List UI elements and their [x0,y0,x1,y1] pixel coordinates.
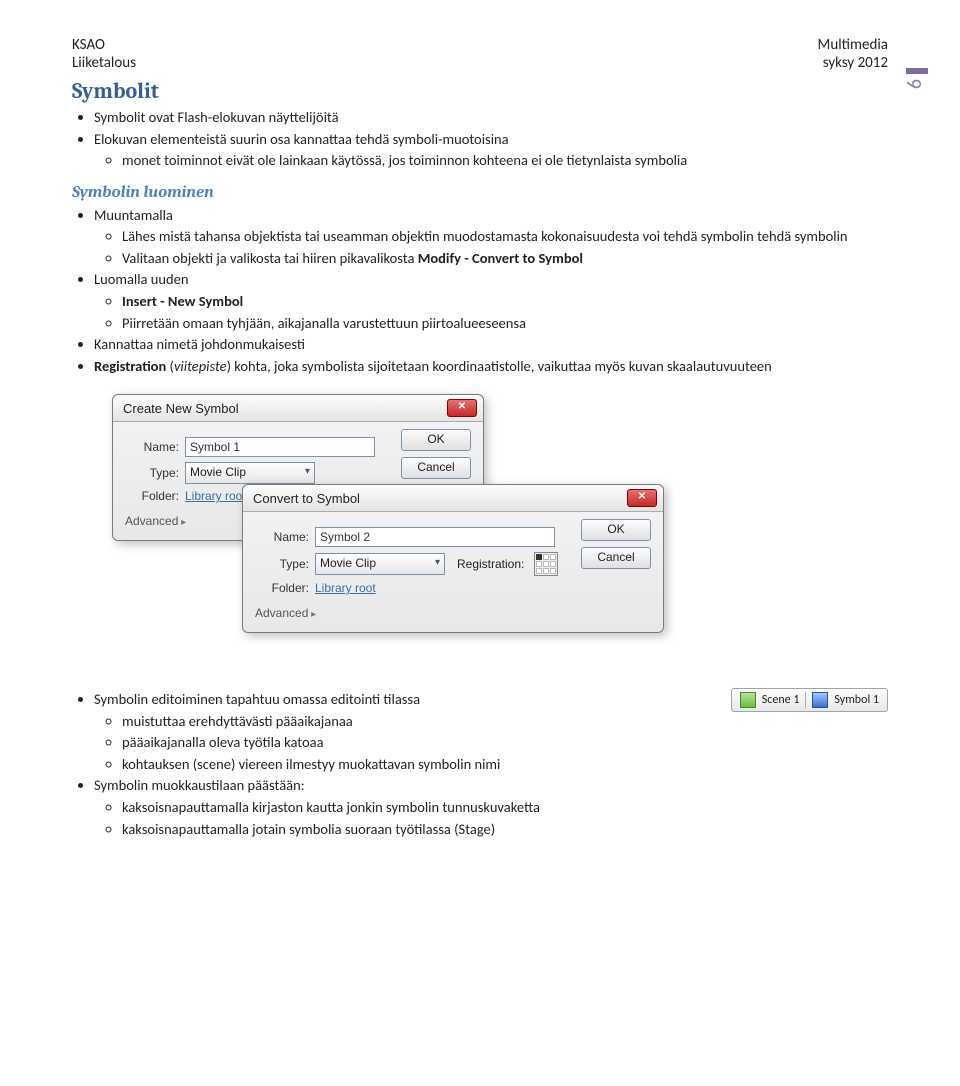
page-number: 6 [903,79,927,89]
symbol-icon [812,692,828,708]
type-select[interactable]: Movie Clip [185,462,315,484]
subheading-symbolin-luominen: Symbolin luominen [72,183,888,202]
list-item: Piirretään omaan tyhjään, aikajanalla va… [122,314,888,334]
cancel-button[interactable]: Cancel [401,457,471,479]
folder-link[interactable]: Library root [185,489,246,503]
type-select[interactable]: Movie Clip [315,553,445,575]
list-item: Kannattaa nimetä johdonmukaisesti [94,335,888,355]
list-item: pääaikajanalla oleva työtila katoaa [122,733,888,753]
text: Valitaan objekti ja valikosta tai hiiren… [122,249,418,267]
text: kaksoisnapauttamalla jotain symbolia suo… [122,820,495,838]
label-registration: Registration: [457,557,524,571]
list-create: Muuntamalla Lähes mistä tahansa objektis… [94,206,888,377]
list-item: Elokuvan elementeistä suurin osa kannatt… [94,130,888,150]
advanced-toggle[interactable]: Advanced [125,514,186,528]
crumb-symbol[interactable]: Symbol 1 [834,692,879,708]
list-item: Symbolin muokkaustilaan päästään: [94,776,888,796]
name-input[interactable]: Symbol 1 [185,437,375,457]
list-item: kaksoisnapauttamalla jotain symbolia suo… [122,820,888,840]
text: Symbolin editoiminen tapahtuu omassa edi… [94,690,420,708]
bold-modify-convert: Modify - Convert to Symbol [418,249,583,267]
dialog-title: Create New Symbol [123,401,239,416]
list-item: Luomalla uuden [94,270,888,290]
list-edit: Symbolin editoiminen tapahtuu omassa edi… [94,690,888,839]
ok-button[interactable]: OK [581,519,651,541]
label-name: Name: [255,530,309,544]
dialog-convert-to-symbol: Convert to Symbol ✕ OK Cancel Name: Symb… [242,484,664,633]
ok-button[interactable]: OK [401,429,471,451]
list-item: Muuntamalla [94,206,888,226]
list-item: kohtauksen (scene) viereen ilmestyy muok… [122,755,888,775]
close-icon[interactable]: ✕ [627,489,657,507]
label-folder: Folder: [125,489,179,503]
list-item: Valitaan objekti ja valikosta tai hiiren… [122,249,888,269]
list-item: Symbolit ovat Flash-elokuvan näyttelijöi… [94,108,888,128]
dialog-title: Convert to Symbol [253,491,360,506]
label-type: Type: [125,466,179,480]
bold-insert-new-symbol: Insert - New Symbol [122,292,888,312]
list-item: Symbolin editoiminen tapahtuu omassa edi… [94,690,888,710]
name-input[interactable]: Symbol 2 [315,527,555,547]
italic-viitepiste: viitepiste [174,357,227,375]
list-item: Lähes mistä tahansa objektista tai useam… [122,227,888,247]
list-item: monet toiminnot eivät ole lainkaan käytö… [122,151,888,171]
bold-registration: Registration [94,357,166,375]
label-type: Type: [255,557,309,571]
cancel-button[interactable]: Cancel [581,547,651,569]
dialogs-figure: Create New Symbol ✕ OK Cancel Name: Symb… [112,394,652,664]
hdr-right1: Multimedia [818,36,888,54]
list-intro: Symbolit ovat Flash-elokuvan näyttelijöi… [94,108,888,171]
list-item: kaksoisnapauttamalla kirjaston kautta jo… [122,798,888,818]
text: ( [166,357,174,375]
close-icon[interactable]: ✕ [447,399,477,417]
hdr-left1: KSAO [72,36,105,54]
divider [805,692,806,708]
label-folder: Folder: [255,581,309,595]
folder-link[interactable]: Library root [315,581,376,595]
list-item: Registration (viitepiste) kohta, joka sy… [94,357,888,377]
label-name: Name: [125,440,179,454]
hdr-right2: syksy 2012 [823,54,888,72]
list-item: muistuttaa erehdyttävästi pääaikajanaa [122,712,888,732]
crumb-scene[interactable]: Scene 1 [762,692,800,708]
section-heading-symbolit: Symbolit [72,78,888,104]
advanced-toggle[interactable]: Advanced [255,606,316,620]
hdr-left2: Liiketalous [72,54,136,72]
breadcrumb: Scene 1 Symbol 1 [731,688,888,712]
text: ) kohta, joka symbolista sijoitetaan koo… [227,357,772,375]
registration-grid[interactable] [534,552,558,576]
scene-icon [740,692,756,708]
page-ornament [906,68,928,74]
